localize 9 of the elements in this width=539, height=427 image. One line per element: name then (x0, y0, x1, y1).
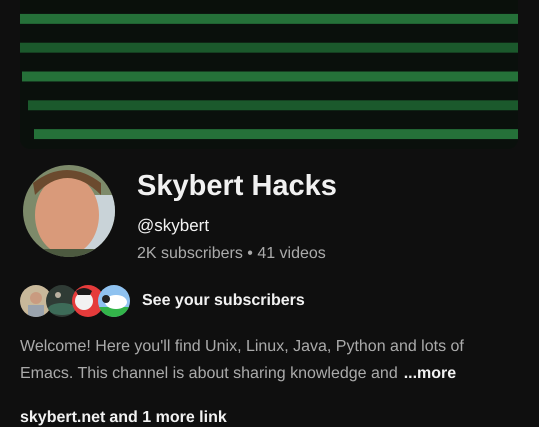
see-subscribers-link[interactable]: See your subscribers (142, 292, 305, 310)
description-line: Welcome! Here you'll find Unix, Linux, Java, Python and lots of (20, 337, 464, 357)
website-link[interactable]: skybert.net (20, 409, 106, 427)
more-links-link[interactable]: and 1 more link (109, 409, 227, 427)
channel-handle: @skybert (137, 215, 210, 237)
description-line: Emacs. This channel is about sharing knowledge and (20, 364, 398, 384)
channel-stats: 2K subscribers • 41 videos (137, 244, 327, 264)
more-link[interactable]: ...more (404, 360, 456, 387)
channel-name: Skybert Hacks (137, 169, 337, 203)
